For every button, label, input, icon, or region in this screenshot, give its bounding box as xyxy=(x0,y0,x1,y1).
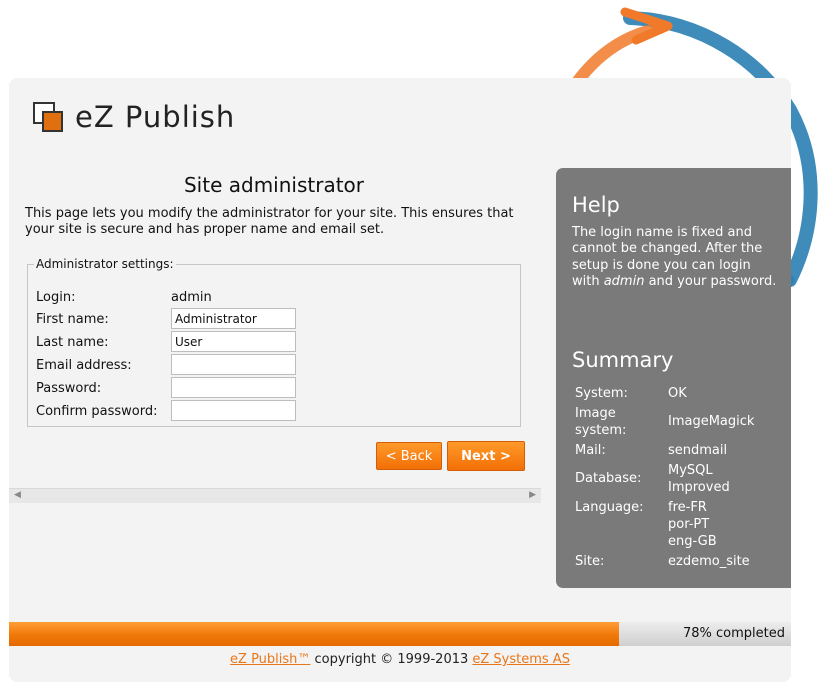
scroll-left-arrow-icon[interactable]: ◀ xyxy=(14,490,21,500)
summary-title: Summary xyxy=(572,348,674,372)
footer-copyright: copyright © 1999-2013 xyxy=(310,652,473,667)
help-text: The login name is fixed and cannot be ch… xyxy=(572,225,777,289)
email-label: Email address: xyxy=(36,358,132,373)
logo: eZ Publish xyxy=(33,100,236,134)
footer: eZ Publish™ copyright © 1999-2013 eZ Sys… xyxy=(0,652,800,667)
confirm-password-input[interactable] xyxy=(171,400,296,421)
fieldset-legend: Administrator settings: xyxy=(36,257,174,271)
sidebar: Help The login name is fixed and cannot … xyxy=(556,168,791,588)
summary-site-label: Site: xyxy=(575,554,605,569)
page-intro: This page lets you modify the administra… xyxy=(25,206,514,237)
progress-fill xyxy=(9,622,619,646)
login-value: admin xyxy=(171,290,212,305)
progress-bar: 78% completed xyxy=(9,622,791,646)
summary-system-label: System: xyxy=(575,386,628,401)
summary-image-system-label: Image system: xyxy=(575,406,627,438)
password-label: Password: xyxy=(36,381,102,396)
summary-database-label: Database: xyxy=(575,471,642,486)
summary-site-value: ezdemo_site xyxy=(668,554,750,569)
summary-mail-label: Mail: xyxy=(575,443,606,458)
progress-label: 78% completed xyxy=(682,626,785,641)
footer-company-link[interactable]: eZ Systems AS xyxy=(472,652,570,667)
summary-database-value: MySQL Improved xyxy=(668,463,730,495)
first-name-label: First name: xyxy=(36,312,109,327)
ez-logo-icon xyxy=(33,102,63,132)
summary-system-value: OK xyxy=(668,386,687,401)
next-button[interactable]: Next > xyxy=(447,441,525,471)
logo-text: eZ Publish xyxy=(75,100,236,134)
last-name-label: Last name: xyxy=(36,335,109,350)
summary-language-label: Language: xyxy=(575,500,644,515)
last-name-input[interactable] xyxy=(171,331,296,352)
page-title: Site administrator xyxy=(183,173,365,197)
help-text-admin: admin xyxy=(603,273,645,289)
summary-mail-value: sendmail xyxy=(668,443,728,458)
back-button[interactable]: < Back xyxy=(376,442,442,470)
email-input[interactable] xyxy=(171,354,296,375)
summary-image-system-value: ImageMagick xyxy=(668,414,755,429)
summary-language-value-1: fre-FR xyxy=(668,500,707,515)
login-label: Login: xyxy=(36,290,76,305)
first-name-input[interactable] xyxy=(171,308,296,329)
footer-product-link[interactable]: eZ Publish™ xyxy=(230,652,310,667)
summary-language-value-3: eng-GB xyxy=(668,534,717,549)
confirm-password-label: Confirm password: xyxy=(36,404,158,419)
help-title: Help xyxy=(572,193,620,217)
summary-language-value-2: por-PT xyxy=(668,517,710,532)
scroll-right-arrow-icon[interactable]: ▶ xyxy=(529,490,536,500)
horizontal-scrollbar[interactable]: ◀ ▶ xyxy=(9,488,541,503)
password-input[interactable] xyxy=(171,377,296,398)
